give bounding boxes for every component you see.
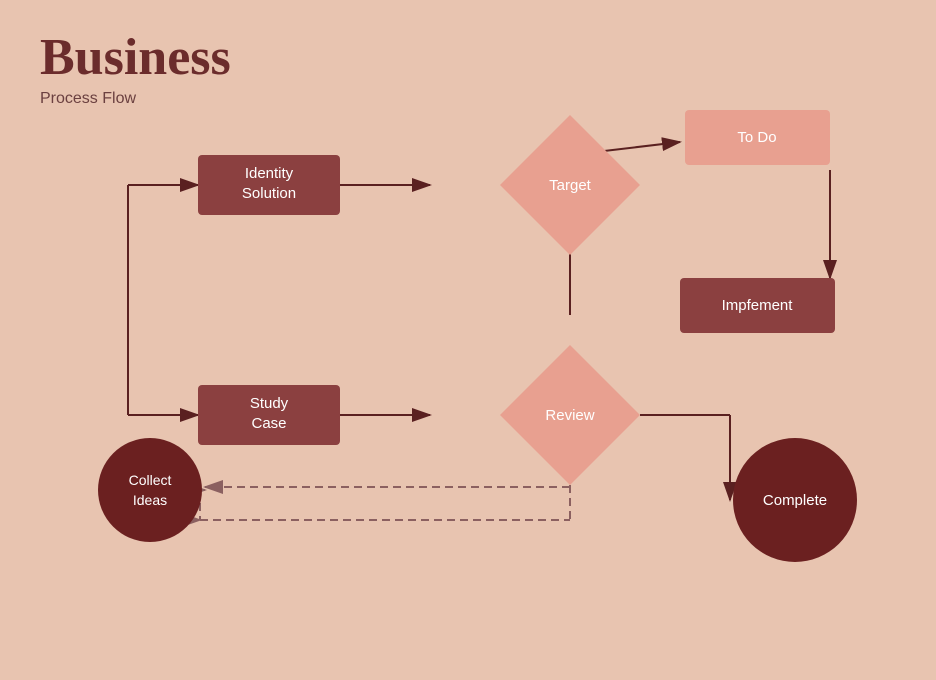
study-case-label: Study — [250, 395, 289, 412]
svg-text:Ideas: Ideas — [133, 492, 167, 508]
flowchart-svg: Identity Solution Target To Do Impfement… — [0, 0, 936, 680]
collect-ideas-node — [98, 438, 202, 542]
svg-text:Case: Case — [251, 415, 286, 432]
implement-label: Impfement — [722, 297, 794, 314]
collect-ideas-label: Collect — [129, 472, 172, 488]
todo-label: To Do — [737, 129, 776, 146]
svg-text:Solution: Solution — [242, 185, 296, 202]
identity-solution-label: Identity — [245, 165, 294, 182]
target-label: Target — [549, 177, 592, 194]
review-label: Review — [545, 407, 594, 424]
complete-label: Complete — [763, 492, 827, 509]
canvas: Business Process Flow — [0, 0, 936, 680]
